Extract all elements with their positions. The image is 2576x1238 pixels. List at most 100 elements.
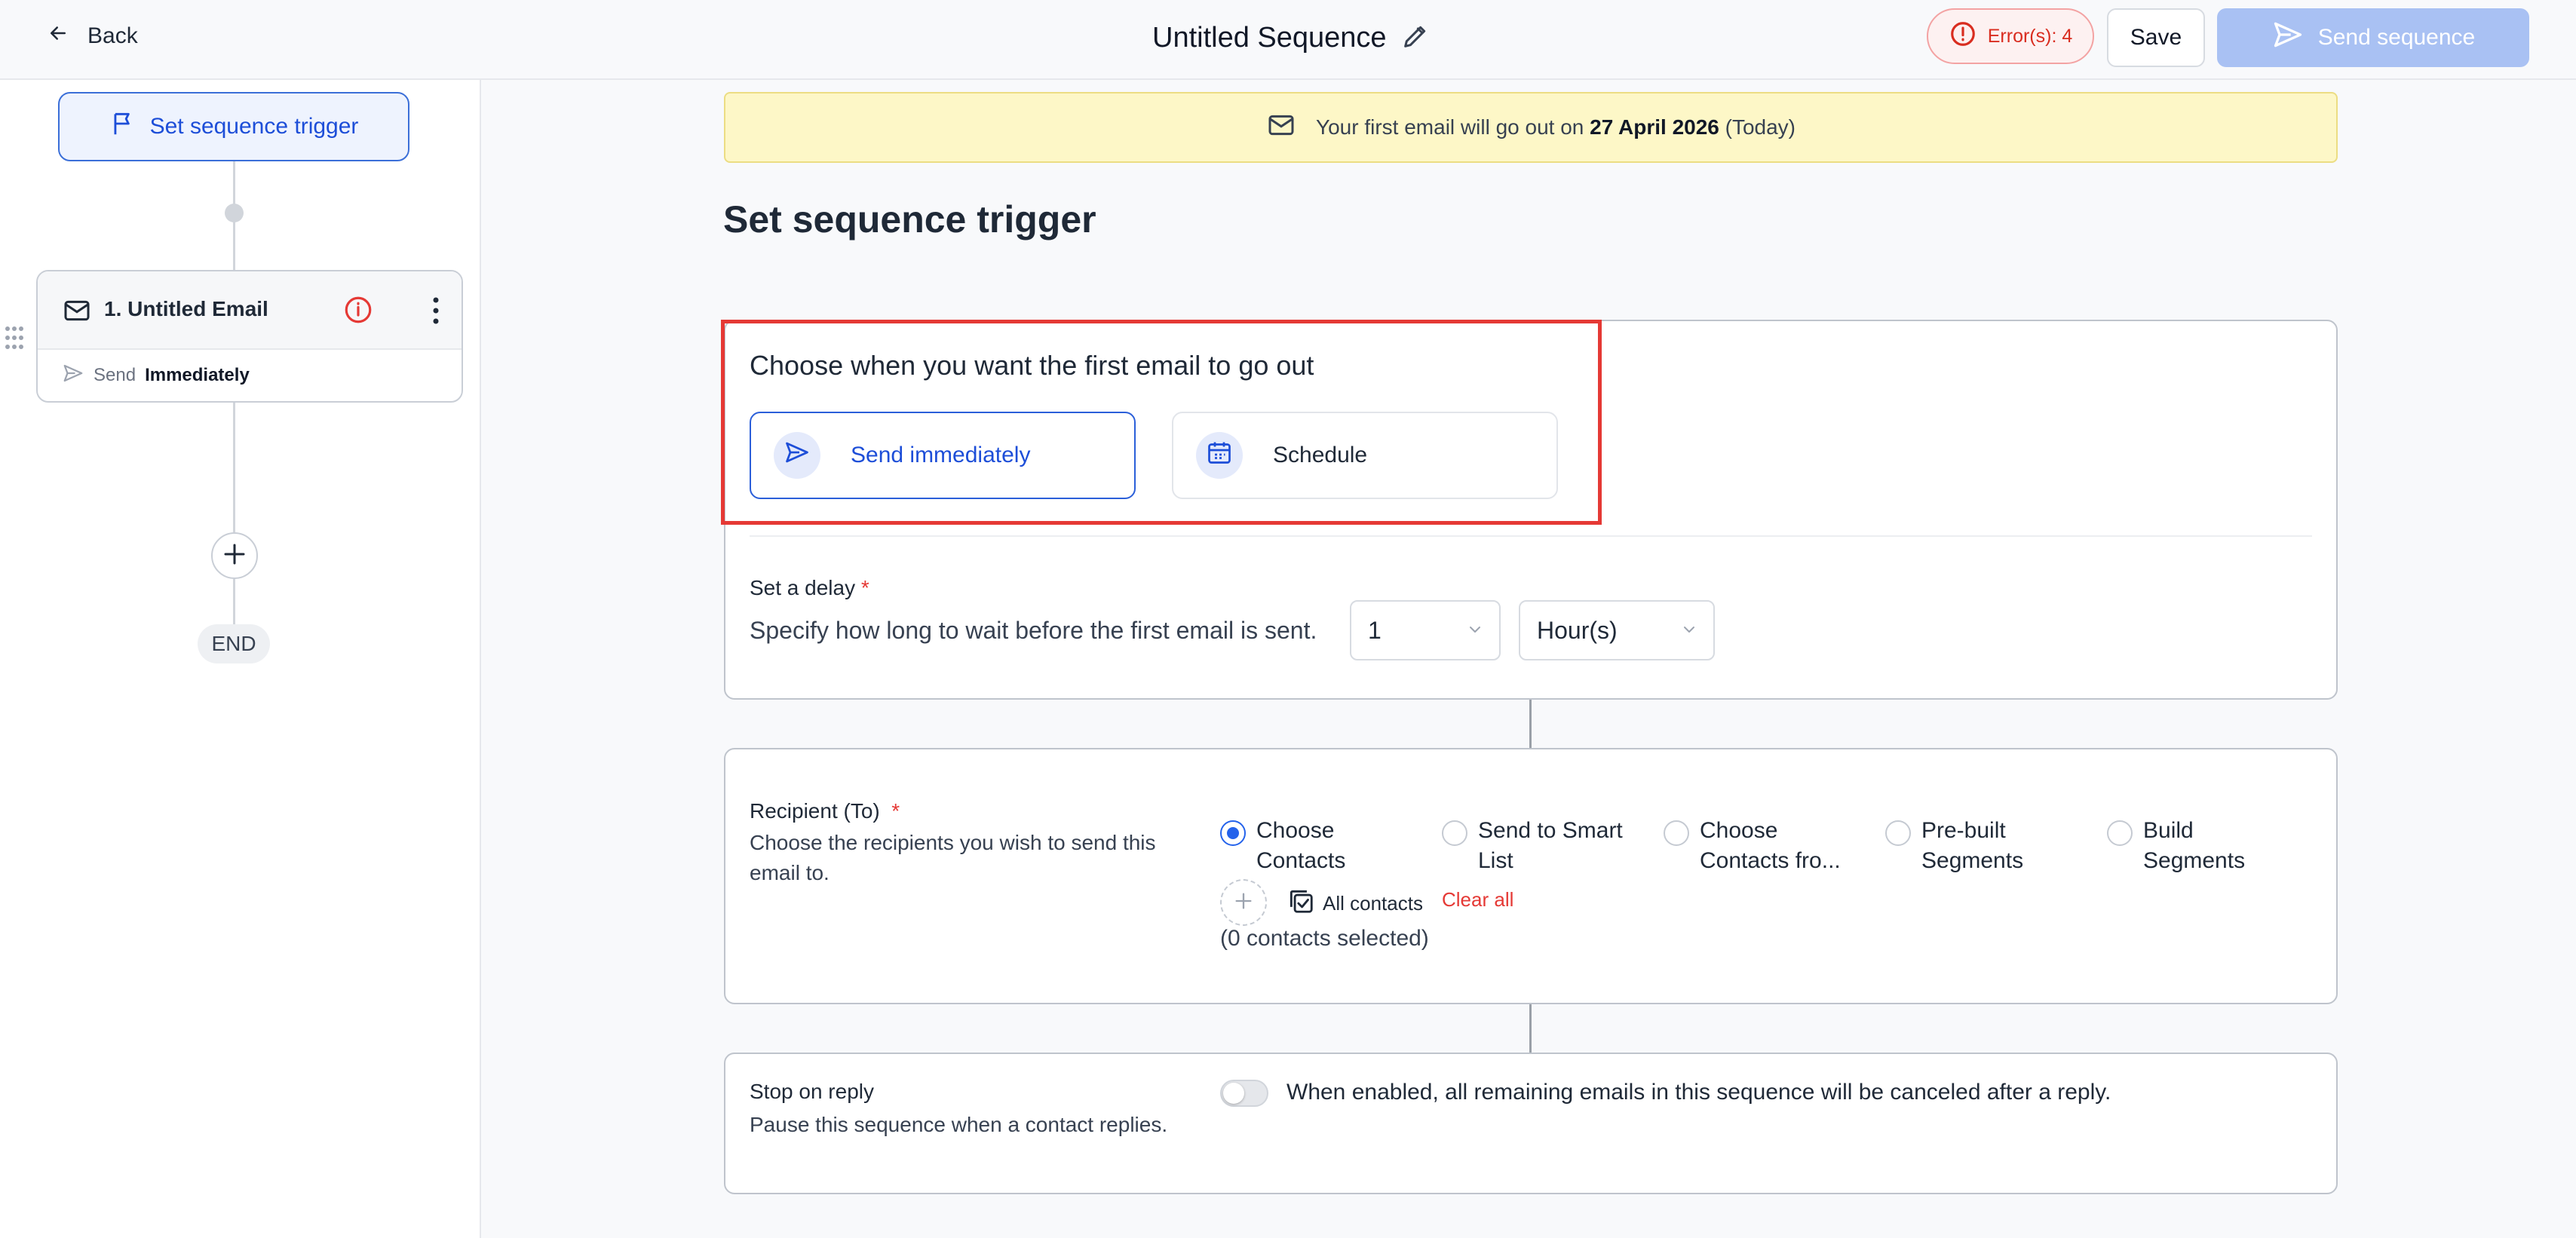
toggle-description: When enabled, all remaining emails in th…: [1286, 1080, 2111, 1105]
radio-label: Choose Contacts fro...: [1700, 816, 1841, 876]
radio-smart-list[interactable]: Send to Smart List: [1442, 816, 1623, 876]
selected-count: (0 contacts selected): [1220, 926, 1429, 951]
mail-icon: [62, 296, 92, 326]
end-node: END: [198, 624, 270, 663]
delay-unit: Hour(s): [1537, 616, 1618, 644]
radio-label-line: Build: [2143, 818, 2194, 843]
radio-choose-contacts[interactable]: Choose Contacts: [1220, 816, 1345, 876]
pencil-icon[interactable]: [1400, 21, 1431, 55]
plus-icon: [221, 541, 248, 572]
trigger-node[interactable]: Set sequence trigger: [58, 92, 409, 161]
radio-prebuilt-segments[interactable]: Pre-built Segments: [1885, 816, 2023, 876]
plus-icon: [1233, 890, 1254, 915]
mail-icon: [1266, 110, 1296, 146]
radio-label-line: Choose: [1700, 818, 1778, 843]
radio-label-line: Contacts fro...: [1700, 848, 1841, 873]
back-label: Back: [87, 23, 138, 48]
schedule-banner: Your first email will go out on 27 April…: [724, 92, 2338, 163]
arrow-left-icon: [47, 22, 69, 51]
radio-label-line: Segments: [1921, 848, 2024, 873]
sequence-title: Untitled Sequence: [1152, 21, 1387, 54]
schedule-label: Schedule: [1273, 443, 1368, 467]
radio-label-line: Segments: [2143, 848, 2246, 873]
radio-button[interactable]: [1442, 820, 1467, 846]
page-title: Set sequence trigger: [723, 198, 1096, 241]
radio-button[interactable]: [1885, 820, 1911, 846]
clear-all-link[interactable]: Clear all: [1442, 888, 1513, 912]
send-sequence-button[interactable]: Send sequence: [2217, 8, 2529, 67]
flow-connector: [233, 579, 235, 624]
divider: [750, 535, 2312, 537]
calendar-icon: [1206, 439, 1233, 472]
save-button[interactable]: Save: [2107, 8, 2205, 67]
send-sequence-label: Send sequence: [2317, 25, 2476, 50]
delay-label: Set a delay *: [750, 576, 869, 600]
stop-on-reply-label: Stop on reply: [750, 1080, 874, 1103]
card-connector: [1529, 1004, 1532, 1053]
email-step-header: 1. Untitled Email: [38, 271, 462, 350]
radio-label-line: Choose: [1256, 818, 1335, 843]
warning-circle-icon[interactable]: [342, 294, 374, 326]
card-connector: [1529, 700, 1532, 748]
flow-connector: [233, 403, 235, 532]
sequence-flow-sidebar: Set sequence trigger 1. Untitled Email S…: [0, 80, 481, 1238]
stop-on-reply-description: Pause this sequence when a contact repli…: [750, 1113, 1168, 1136]
all-contacts-chip[interactable]: All contacts: [1286, 887, 1423, 921]
add-step-button[interactable]: [211, 532, 258, 579]
recipient-description: Choose the recipients you wish to send t…: [750, 831, 1156, 884]
radio-label-line: List: [1478, 848, 1513, 873]
radio-contacts-from[interactable]: Choose Contacts fro...: [1664, 816, 1841, 876]
radio-build-segments[interactable]: Build Segments: [2107, 816, 2245, 876]
trigger-node-label: Set sequence trigger: [149, 114, 359, 139]
required-mark: *: [860, 576, 869, 599]
banner-text-before: Your first email will go out on: [1315, 115, 1584, 139]
errors-badge[interactable]: Error(s): 4: [1927, 8, 2094, 64]
radio-label-line: Send to Smart: [1478, 818, 1623, 843]
flag-icon: [109, 109, 138, 144]
radio-button[interactable]: [1664, 820, 1689, 846]
chevron-down-icon: [1680, 617, 1698, 645]
radio-label: Choose Contacts: [1256, 816, 1345, 876]
delay-label-text: Set a delay: [750, 576, 856, 599]
radio-label: Build Segments: [2143, 816, 2245, 876]
email-step-card[interactable]: 1. Untitled Email Send Immediately: [36, 270, 463, 403]
paper-plane-icon: [2271, 18, 2305, 57]
option-icon-wrap: [1196, 432, 1243, 479]
sequence-title-group: Untitled Sequence: [1152, 18, 1431, 57]
radio-label: Pre-built Segments: [1921, 816, 2023, 876]
delay-unit-select[interactable]: Hour(s): [1519, 600, 1715, 660]
email-step-name: 1. Untitled Email: [104, 297, 268, 320]
stop-on-reply-toggle[interactable]: [1220, 1080, 1268, 1107]
send-timing: Immediately: [145, 365, 250, 385]
radio-label: Send to Smart List: [1478, 816, 1623, 876]
errors-label: Error(s): 4: [1987, 25, 2073, 47]
chevron-down-icon: [1466, 617, 1484, 645]
option-icon-wrap: [774, 432, 820, 479]
send-immediately-label: Send immediately: [851, 443, 1031, 467]
add-recipient-button[interactable]: [1220, 879, 1267, 926]
back-button[interactable]: Back: [47, 21, 138, 51]
recipient-label-text: Recipient (To): [750, 799, 880, 823]
all-contacts-label: All contacts: [1323, 892, 1423, 915]
banner-text-after: (Today): [1725, 115, 1796, 139]
more-vertical-icon[interactable]: [431, 296, 440, 326]
radio-label-line: Pre-built: [1921, 818, 2006, 843]
required-mark: *: [891, 799, 900, 823]
banner-text: Your first email will go out on 27 April…: [1316, 115, 1796, 139]
delay-value-select[interactable]: 1: [1350, 600, 1501, 660]
delay-description: Specify how long to wait before the firs…: [750, 617, 1317, 644]
send-prefix: Send: [94, 365, 136, 385]
banner-date: 27 April 2026: [1590, 115, 1719, 139]
paper-plane-icon: [784, 439, 811, 472]
radio-button[interactable]: [2107, 820, 2133, 846]
top-bar: Back Untitled Sequence Error(s): 4 Save …: [0, 0, 2576, 80]
drag-handle-icon[interactable]: [3, 324, 26, 351]
send-immediately-option[interactable]: Send immediately: [750, 412, 1136, 499]
radio-label-line: Contacts: [1256, 848, 1346, 873]
checkbox-stack-icon: [1286, 887, 1315, 921]
schedule-option[interactable]: Schedule: [1172, 412, 1558, 499]
delay-value: 1: [1368, 616, 1382, 644]
radio-button[interactable]: [1220, 820, 1246, 846]
flow-dot: [225, 204, 244, 222]
choose-title: Choose when you want the first email to …: [750, 350, 1314, 381]
